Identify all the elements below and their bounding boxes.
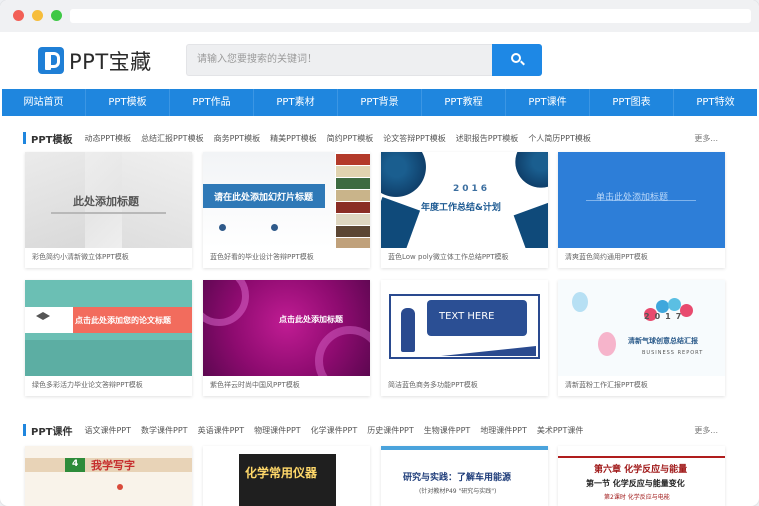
category-link[interactable]: 总结汇报PPT模板: [141, 133, 204, 144]
maximize-window-dot[interactable]: [51, 10, 62, 21]
category-link[interactable]: 化学课件PPT: [311, 425, 358, 436]
category-link[interactable]: 精美PPT模板: [270, 133, 317, 144]
course-title: 研究与实践：了解车用能源: [403, 473, 512, 483]
search-button[interactable]: [492, 44, 542, 76]
more-link[interactable]: 更多...: [694, 133, 718, 144]
category-link[interactable]: 动态PPT模板: [84, 133, 131, 144]
template-thumbnail: TEXT HERE: [381, 280, 548, 376]
template-thumbnail: 单击此处添加标题: [558, 152, 725, 248]
template-caption[interactable]: 紫色祥云时尚中国风PPT模板: [210, 380, 300, 390]
template-card[interactable]: 单击此处添加标题 清爽蓝色简约通用PPT模板: [558, 152, 725, 268]
template-thumbnail: 2016 年度工作总结&计划: [381, 152, 548, 248]
template-thumbnail: 点击此处添加标题: [203, 280, 370, 376]
thumbnail-title: TEXT HERE: [439, 311, 495, 322]
course-thumbnail: 第六章 化学反应与能量 第一节 化学反应与能量变化 第2课时 化学反应与电能: [558, 446, 725, 506]
course-subtitle: (针对教材P49 "研究与实践"): [419, 488, 497, 495]
minimize-window-dot[interactable]: [32, 10, 43, 21]
template-caption[interactable]: 简洁蓝色商务多功能PPT模板: [388, 380, 478, 390]
template-card[interactable]: 点击此处添加标题 紫色祥云时尚中国风PPT模板: [203, 280, 370, 396]
course-number: 4: [72, 459, 79, 469]
course-card[interactable]: 研究与实践：了解车用能源 (针对教材P49 "研究与实践"): [381, 446, 548, 506]
template-card[interactable]: 此处添加标题 彩色简约小清新微立体PPT模板: [25, 152, 192, 268]
template-caption[interactable]: 清新蓝粉工作汇报PPT模板: [565, 380, 648, 390]
course-thumbnail: 研究与实践：了解车用能源 (针对教材P49 "研究与实践"): [381, 446, 548, 506]
thumbnail-number: 2017: [644, 312, 687, 321]
nav-item-backgrounds[interactable]: PPT背景: [338, 89, 422, 116]
thumbnail-title: 清新气球创意总结汇报: [628, 337, 698, 345]
course-card[interactable]: 化学常用仪器: [203, 446, 370, 506]
course-title: 化学常用仪器: [245, 466, 318, 480]
course-card[interactable]: 4 我学写字: [25, 446, 192, 506]
thumbnail-title: 单击此处添加标题: [596, 193, 669, 203]
course-subtitle-2: 第2课时 化学反应与电能: [604, 494, 670, 501]
template-caption[interactable]: 绿色多彩活力毕业论文答辩PPT模板: [32, 380, 143, 390]
section-templates-header: PPT模板 动态PPT模板 总结汇报PPT模板 商务PPT模板 精美PPT模板 …: [23, 130, 718, 146]
thumbnail-number: 2016: [453, 184, 491, 194]
thumbnail-title: 请在此处添加幻灯片标题: [214, 193, 314, 203]
category-link[interactable]: 美术PPT课件: [537, 425, 584, 436]
category-link[interactable]: 地理课件PPT: [480, 425, 527, 436]
template-card[interactable]: TEXT HERE 简洁蓝色商务多功能PPT模板: [381, 280, 548, 396]
nav-item-templates[interactable]: PPT模板: [86, 89, 170, 116]
nav-item-works[interactable]: PPT作品: [170, 89, 254, 116]
course-title: 我学写字: [91, 459, 135, 472]
template-thumbnail: 点击此处添加您的论文标题: [25, 280, 192, 376]
template-card[interactable]: 点击此处添加您的论文标题 绿色多彩活力毕业论文答辩PPT模板: [25, 280, 192, 396]
template-thumbnail: 请在此处添加幻灯片标题: [203, 152, 370, 248]
thumbnail-title: 此处添加标题: [73, 195, 139, 208]
nav-item-home[interactable]: 网站首页: [2, 89, 86, 116]
template-thumbnail: 此处添加标题: [25, 152, 192, 248]
main-nav: 网站首页 PPT模板 PPT作品 PPT素材 PPT背景 PPT教程 PPT课件…: [2, 89, 757, 116]
category-link[interactable]: 简约PPT模板: [327, 133, 374, 144]
address-bar[interactable]: [70, 9, 751, 23]
nav-item-effects[interactable]: PPT特效: [674, 89, 757, 116]
template-thumbnail: 2017 清新气球创意总结汇报 BUSINESS REPORT: [558, 280, 725, 376]
close-window-dot[interactable]: [13, 10, 24, 21]
browser-window: PPT宝藏 请输入您要搜索的关键词！ 网站首页 PPT模板 PPT作品 PPT素…: [0, 0, 759, 506]
course-title: 第六章 化学反应与能量: [594, 465, 688, 475]
nav-item-courseware[interactable]: PPT课件: [506, 89, 590, 116]
site-logo[interactable]: PPT宝藏: [38, 47, 152, 74]
thumbnail-title: 点击此处添加标题: [279, 315, 343, 324]
category-link[interactable]: 物理课件PPT: [254, 425, 301, 436]
category-link[interactable]: 论文答辩PPT模板: [383, 133, 446, 144]
section-courseware-header: PPT课件 语文课件PPT 数学课件PPT 英语课件PPT 物理课件PPT 化学…: [23, 422, 718, 438]
category-link[interactable]: 述职报告PPT模板: [456, 133, 519, 144]
template-caption[interactable]: 清爽蓝色简约通用PPT模板: [565, 252, 648, 262]
category-link[interactable]: 商务PPT模板: [214, 133, 261, 144]
search-input[interactable]: 请输入您要搜索的关键词！: [186, 44, 492, 76]
logo-p-icon: [38, 47, 64, 74]
site-header: PPT宝藏 请输入您要搜索的关键词！: [0, 32, 759, 88]
thumbnail-title: 点击此处添加您的论文标题: [75, 316, 171, 325]
course-thumbnail: 化学常用仪器: [203, 446, 370, 506]
thumbnail-subtitle: BUSINESS REPORT: [642, 350, 704, 356]
category-link[interactable]: 英语课件PPT: [198, 425, 245, 436]
category-link[interactable]: 数学课件PPT: [141, 425, 188, 436]
template-card[interactable]: 2017 清新气球创意总结汇报 BUSINESS REPORT 清新蓝粉工作汇报…: [558, 280, 725, 396]
template-caption[interactable]: 蓝色好看的毕业设计答辩PPT模板: [210, 252, 314, 262]
nav-item-materials[interactable]: PPT素材: [254, 89, 338, 116]
section-title[interactable]: PPT模板: [31, 131, 72, 146]
template-caption[interactable]: 彩色简约小清新微立体PPT模板: [32, 252, 129, 262]
course-subtitle: 第一节 化学反应与能量变化: [586, 479, 685, 488]
category-link[interactable]: 生物课件PPT: [424, 425, 471, 436]
course-thumbnail: 4 我学写字: [25, 446, 192, 506]
browser-chrome: [0, 0, 759, 32]
template-card[interactable]: 请在此处添加幻灯片标题 蓝色好看的毕业设计答辩PPT模板: [203, 152, 370, 268]
template-caption[interactable]: 蓝色Low poly微立体工作总结PPT模板: [388, 252, 509, 262]
section-title[interactable]: PPT课件: [31, 423, 72, 438]
template-card[interactable]: 2016 年度工作总结&计划 蓝色Low poly微立体工作总结PPT模板: [381, 152, 548, 268]
nav-item-tutorials[interactable]: PPT教程: [422, 89, 506, 116]
more-link[interactable]: 更多...: [694, 425, 718, 436]
category-link[interactable]: 历史课件PPT: [367, 425, 414, 436]
nav-item-charts[interactable]: PPT图表: [590, 89, 674, 116]
category-link[interactable]: 个人简历PPT模板: [528, 133, 591, 144]
thumbnail-title: 年度工作总结&计划: [421, 203, 501, 213]
category-link[interactable]: 语文课件PPT: [84, 425, 131, 436]
logo-text: PPT宝藏: [69, 49, 152, 74]
course-card[interactable]: 第六章 化学反应与能量 第一节 化学反应与能量变化 第2课时 化学反应与电能: [558, 446, 725, 506]
